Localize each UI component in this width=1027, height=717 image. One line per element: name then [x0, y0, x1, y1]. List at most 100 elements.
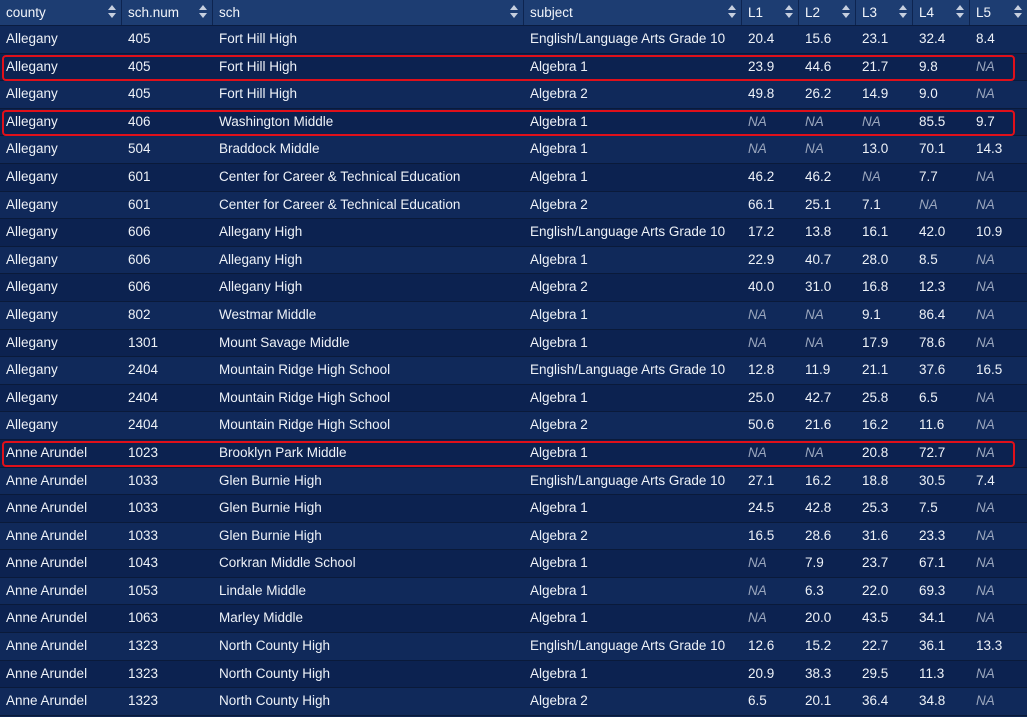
table-cell-l3: 23.1 — [862, 31, 889, 46]
table-cell-l1: NA — [748, 334, 767, 350]
table-row[interactable]: Allegany 406 Washington Middle Algebra 1 NA N… — [0, 108, 1027, 137]
table-cell-l1: 6.5 — [748, 693, 767, 709]
table-cell-subject: English/Language Arts Grade 10 — [530, 31, 726, 46]
table-row[interactable]: Allegany 606 Allegany High English/Language… — [0, 219, 1027, 247]
table-cell-subject: Algebra 1 — [530, 665, 588, 681]
table-cell-l2: 31.0 — [805, 279, 832, 295]
table-cell-county: Allegany — [6, 279, 58, 295]
table-cell-sch-num: 1033 — [128, 527, 159, 543]
table-cell-l2: 38.3 — [805, 665, 832, 681]
column-header-sch[interactable]: sch — [213, 0, 524, 25]
table-cell-l2: NA — [805, 141, 824, 157]
table-cell-county: Allegany — [6, 58, 58, 74]
table-cell-l2: NA — [805, 113, 824, 129]
column-header-label: sch — [219, 5, 241, 20]
table-cell-l4: 72.7 — [919, 444, 946, 460]
table-cell-l4: NA — [919, 196, 938, 212]
table-row[interactable]: Allegany 2404 Mountain Ridge High School En… — [0, 357, 1027, 385]
column-header-l3[interactable]: L3 — [856, 0, 913, 25]
table-cell-l4: 67.1 — [919, 555, 946, 571]
sort-icon[interactable] — [899, 5, 907, 19]
table-cell-subject: Algebra 1 — [530, 582, 588, 598]
table-cell-sch-num: 2404 — [128, 417, 159, 433]
sort-icon[interactable] — [842, 5, 850, 19]
table-cell-l5: NA — [976, 693, 995, 709]
table-cell-county: Allegany — [6, 417, 58, 433]
table-cell-sch: Westmar Middle — [219, 306, 317, 322]
table-cell-l1: 16.5 — [748, 527, 775, 543]
table-row[interactable]: Anne Arundel 1323 North County High Algebra… — [0, 688, 1027, 716]
table-cell-county: Allegany — [6, 168, 58, 184]
table-row[interactable]: Anne Arundel 1063 Marley Middle Algebra 1 NA… — [0, 605, 1027, 634]
sort-icon[interactable] — [510, 5, 518, 19]
table-cell-l2: 42.8 — [805, 500, 832, 516]
table-row[interactable]: Anne Arundel 1033 Glen Burnie High Algebra … — [0, 522, 1027, 551]
sort-icon[interactable] — [728, 5, 736, 19]
table-cell-sch: Mountain Ridge High School — [219, 389, 391, 405]
table-cell-sch: North County High — [219, 638, 331, 654]
column-header-l2[interactable]: L2 — [799, 0, 856, 25]
table-cell-l5: NA — [976, 389, 995, 405]
table-cell-l1: 25.0 — [748, 389, 775, 405]
table-row[interactable]: Anne Arundel 1023 Brooklyn Park Middle Alge… — [0, 439, 1027, 468]
table-cell-county: Allegany — [6, 334, 58, 350]
table-row[interactable]: Anne Arundel 1323 North County High English… — [0, 633, 1027, 661]
column-header-subject[interactable]: subject — [524, 0, 742, 25]
table-cell-l3: 25.3 — [862, 500, 889, 516]
table-row[interactable]: Allegany 405 Fort Hill High Algebra 2 49.8 26… — [0, 81, 1027, 109]
table-row[interactable]: Allegany 601 Center for Career & Technical… — [0, 191, 1027, 220]
table-row[interactable]: Allegany 606 Allegany High Algebra 1 22.9 40.… — [0, 246, 1027, 275]
table-cell-sch-num: 406 — [128, 113, 151, 129]
table-row[interactable]: Allegany 606 Allegany High Algebra 2 40.0 31.… — [0, 274, 1027, 302]
table-cell-sch: Mountain Ridge High School — [219, 362, 391, 378]
column-header-l4[interactable]: L4 — [913, 0, 970, 25]
sort-icon[interactable] — [1014, 5, 1022, 19]
table-cell-l5: NA — [976, 444, 995, 460]
sort-icon[interactable] — [108, 5, 116, 19]
table-cell-sch-num: 1043 — [128, 555, 159, 571]
sort-icon[interactable] — [956, 5, 964, 19]
table-row[interactable]: Anne Arundel 1043 Corkran Middle School Alg… — [0, 550, 1027, 578]
table-cell-county: Allegany — [6, 224, 58, 240]
table-cell-sch: Washington Middle — [219, 113, 334, 129]
table-row[interactable]: Anne Arundel 1033 Glen Burnie High English/… — [0, 467, 1027, 496]
table-cell-county: Allegany — [6, 251, 58, 267]
table-cell-subject: Algebra 1 — [530, 555, 588, 571]
table-cell-l5: NA — [976, 555, 995, 571]
table-cell-l2: 42.7 — [805, 389, 832, 405]
column-header-label: L5 — [976, 5, 992, 20]
table-row[interactable]: Allegany 405 Fort Hill High Algebra 1 23.9 44… — [0, 53, 1027, 82]
table-cell-l4: 32.4 — [919, 31, 946, 46]
table-cell-l5: NA — [976, 251, 995, 267]
column-header-label: L1 — [748, 5, 764, 20]
table-row[interactable]: Allegany 1301 Mount Savage Middle Algebra 1… — [0, 329, 1027, 358]
column-header-l5[interactable]: L5 — [970, 0, 1027, 25]
table-cell-subject: English/Language Arts Grade 10 — [530, 638, 726, 654]
sort-icon[interactable] — [785, 5, 793, 19]
sort-icon[interactable] — [199, 5, 207, 19]
table-cell-county: Allegany — [6, 389, 58, 405]
table-row[interactable]: Anne Arundel 1033 Glen Burnie High Algebra … — [0, 495, 1027, 523]
table-row[interactable]: Allegany 2404 Mountain Ridge High School Al… — [0, 384, 1027, 413]
table-cell-l3: 31.6 — [862, 527, 889, 543]
table-cell-l1: 49.8 — [748, 86, 775, 102]
table-cell-l3: 21.1 — [862, 362, 889, 378]
column-header-sch-num[interactable]: sch.num — [122, 0, 213, 25]
table-row[interactable]: Allegany 802 Westmar Middle Algebra 1 NA NA 9.… — [0, 301, 1027, 330]
table-cell-sch-num: 802 — [128, 306, 151, 322]
table-cell-l1: NA — [748, 555, 767, 571]
table-cell-sch-num: 2404 — [128, 389, 159, 405]
table-row[interactable]: Allegany 601 Center for Career & Technical… — [0, 163, 1027, 192]
table-row[interactable]: Anne Arundel 1323 North County High Algebra… — [0, 660, 1027, 689]
table-row[interactable]: Allegany 504 Braddock Middle Algebra 1 NA NA 1… — [0, 136, 1027, 164]
table-cell-l4: 34.8 — [919, 693, 946, 709]
table-cell-l1: 17.2 — [748, 224, 775, 240]
column-header-l1[interactable]: L1 — [742, 0, 799, 25]
table-row[interactable]: Allegany 405 Fort Hill High English/Languag… — [0, 26, 1027, 54]
table-cell-l1: 20.9 — [748, 665, 775, 681]
table-cell-subject: Algebra 1 — [530, 306, 588, 322]
table-row[interactable]: Anne Arundel 1053 Lindale Middle Algebra 1 N… — [0, 577, 1027, 606]
table-row[interactable]: Allegany 2404 Mountain Ridge High School Al… — [0, 412, 1027, 440]
column-header-county[interactable]: county — [0, 0, 122, 25]
table-cell-county: Allegany — [6, 141, 58, 157]
